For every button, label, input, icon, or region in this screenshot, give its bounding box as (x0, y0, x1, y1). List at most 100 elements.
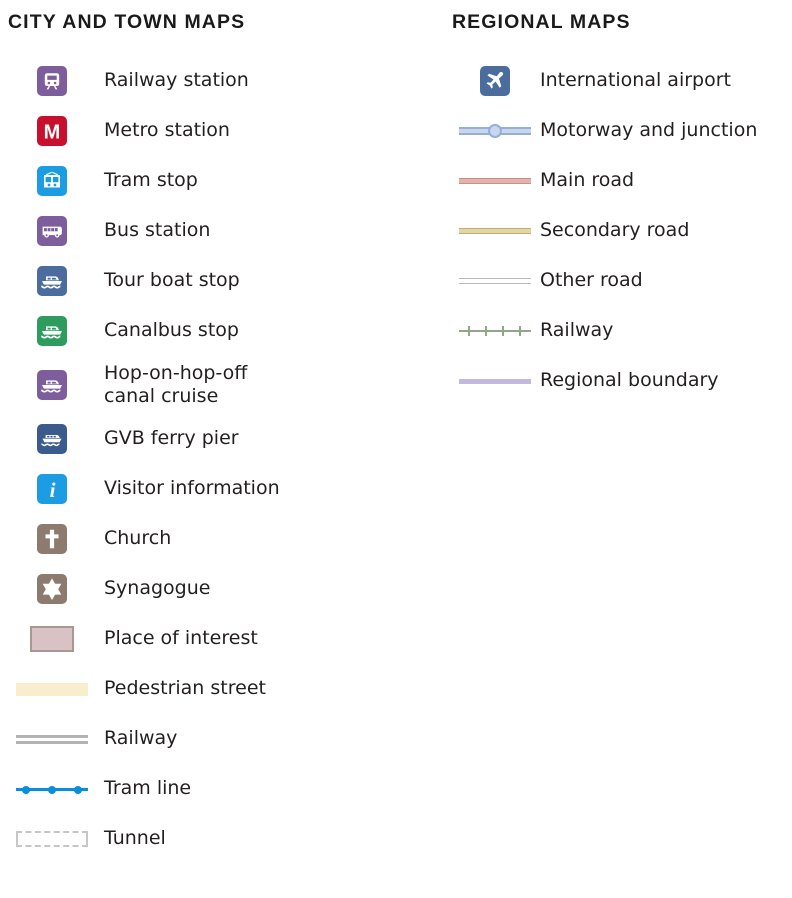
legend-label: Regional boundary (540, 369, 719, 392)
pedestrian-street-band (16, 682, 88, 696)
legend-label: Church (104, 527, 172, 550)
legend-label: Tram line (104, 777, 192, 800)
map-legend: CITY AND TOWN MAPS Railway station M Met… (0, 0, 792, 898)
tour-boat-stop-icon (37, 266, 67, 296)
tunnel-line-symbol (16, 831, 88, 847)
synagogue-symbol-cell (0, 564, 104, 614)
legend-label: GVB ferry pier (104, 427, 239, 450)
church-symbol-cell (0, 514, 104, 564)
legend-row: M Metro station (0, 106, 440, 156)
railway-line-symbol-cell (0, 714, 104, 764)
legend-row: Tour boat stop (0, 256, 440, 306)
city-section-title: CITY AND TOWN MAPS (8, 11, 246, 33)
legend-label: Pedestrian street (104, 677, 266, 700)
secondary-road-fill (459, 228, 531, 234)
tram-line-symbol (16, 784, 88, 794)
main-road-symbol-cell (452, 156, 538, 206)
legend-row: Tram line (0, 764, 440, 814)
legend-row: Secondary road (452, 206, 792, 256)
visitor-information-icon: i (37, 474, 67, 504)
svg-text:i: i (50, 478, 56, 502)
legend-label: Motorway and junction (540, 119, 758, 142)
regional-railway-tick (485, 326, 487, 336)
legend-label: Secondary road (540, 219, 690, 242)
regional-railway-tick (502, 326, 504, 336)
legend-row: Bus station (0, 206, 440, 256)
tram-stop-icon (37, 166, 67, 196)
legend-label: Metro station (104, 119, 230, 142)
legend-label: Tunnel (104, 827, 166, 850)
hop-on-hop-off-canal-cruise-icon (37, 370, 67, 400)
metro-station-symbol-cell: M (0, 106, 104, 156)
tunnel-edge-top (16, 831, 88, 833)
gvb-ferry-pier-symbol-cell (0, 414, 104, 464)
other-road-symbol (459, 276, 531, 286)
canalbus-stop-icon (37, 316, 67, 346)
bus-station-icon (37, 216, 67, 246)
legend-label: Railway (104, 727, 178, 750)
legend-label: Main road (540, 169, 635, 192)
railway-station-symbol-cell (0, 56, 104, 106)
regional-railway-tick (519, 326, 521, 336)
railway-station-icon (37, 66, 67, 96)
regional-railway-symbol (459, 324, 531, 338)
hop-on-hop-off-symbol-cell (0, 356, 104, 414)
international-airport-symbol-cell (452, 56, 538, 106)
main-road-fill (459, 178, 531, 184)
tram-stop-symbol-cell (0, 156, 104, 206)
motorway-junction-marker (488, 124, 502, 138)
legend-label: Bus station (104, 219, 211, 242)
legend-label: Canalbus stop (104, 319, 239, 342)
legend-row: Hop-on-hop-off canal cruise (0, 356, 440, 414)
tunnel-cap-left (16, 831, 18, 847)
international-airport-icon (480, 66, 510, 96)
secondary-road-symbol-cell (452, 206, 538, 256)
legend-label: International airport (540, 69, 731, 92)
canalbus-stop-symbol-cell (0, 306, 104, 356)
legend-row: Regional boundary (452, 356, 792, 406)
city-legend-rows: Railway station M Metro station Tram sto… (0, 56, 440, 864)
legend-row: GVB ferry pier (0, 414, 440, 464)
legend-label: Other road (540, 269, 643, 292)
legend-row: Railway station (0, 56, 440, 106)
legend-row: i Visitor information (0, 464, 440, 514)
legend-row: Church (0, 514, 440, 564)
other-road-symbol-cell (452, 256, 538, 306)
regional-railway-tick (468, 326, 470, 336)
legend-row: Tram stop (0, 156, 440, 206)
legend-row: International airport (452, 56, 792, 106)
legend-label: Hop-on-hop-off canal cruise (104, 361, 248, 407)
railway-line-symbol (16, 734, 88, 744)
legend-row: Main road (452, 156, 792, 206)
legend-label: Tour boat stop (104, 269, 240, 292)
church-icon (37, 524, 67, 554)
regional-legend-rows: International airport Motorway and junct… (452, 56, 792, 406)
place-of-interest-swatch (30, 626, 74, 652)
motorway-symbol-cell (452, 106, 538, 156)
legend-row: Motorway and junction (452, 106, 792, 156)
legend-row: Pedestrian street (0, 664, 440, 714)
legend-row: Tunnel (0, 814, 440, 864)
regional-railway-symbol-cell (452, 306, 538, 356)
legend-row: Place of interest (0, 614, 440, 664)
tunnel-cap-right (86, 831, 88, 847)
legend-row: Railway (0, 714, 440, 764)
tram-stop-dot (74, 785, 82, 794)
secondary-road-symbol (459, 226, 531, 236)
regional-boundary-stroke (459, 379, 531, 384)
regional-boundary-symbol-cell (452, 356, 538, 406)
bus-station-symbol-cell (0, 206, 104, 256)
regional-section-title: REGIONAL MAPS (452, 11, 631, 33)
tram-line-symbol-cell (0, 764, 104, 814)
visitor-information-symbol-cell: i (0, 464, 104, 514)
tram-stop-dot (48, 785, 56, 794)
regional-boundary-symbol (459, 376, 531, 386)
tunnel-edge-bottom (16, 845, 88, 847)
other-road-fill (459, 278, 531, 284)
place-of-interest-symbol-cell (0, 614, 104, 664)
legend-label: Visitor information (104, 477, 280, 500)
legend-label: Railway (540, 319, 614, 342)
legend-row: Synagogue (0, 564, 440, 614)
svg-text:M: M (44, 122, 61, 144)
legend-label: Place of interest (104, 627, 258, 650)
